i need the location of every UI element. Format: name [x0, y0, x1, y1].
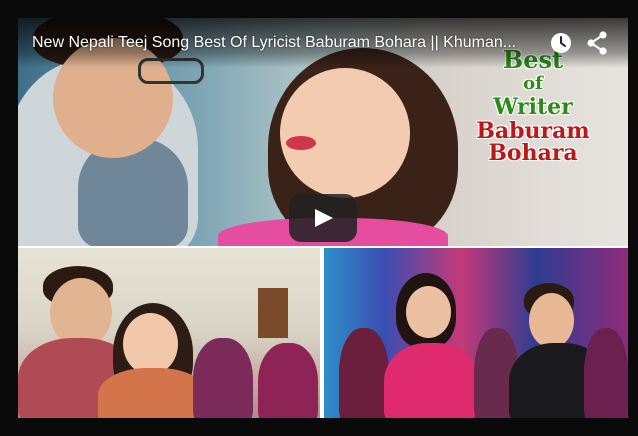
clock-icon[interactable]	[550, 32, 572, 54]
woman-face	[280, 68, 410, 198]
br-man-face	[529, 293, 574, 348]
br-dancer-3	[584, 328, 628, 418]
video-player[interactable]: Best of Writer Baburam Bohara	[18, 18, 628, 418]
overlay-line-writer: Writer	[493, 94, 573, 120]
bl-dancer-2	[193, 338, 253, 418]
br-dancer-1	[339, 328, 389, 418]
br-woman-saree	[384, 343, 479, 418]
share-icon[interactable]	[586, 31, 608, 55]
play-button[interactable]	[289, 194, 357, 242]
bl-woman-face	[123, 313, 178, 375]
play-icon	[315, 209, 333, 227]
video-embed-frame: Best of Writer Baburam Bohara	[0, 0, 638, 436]
thumbnail-bottom-left-panel	[18, 248, 320, 418]
bl-dancer-3	[258, 343, 318, 418]
thumbnail-bottom-right-panel	[324, 248, 628, 418]
bl-woman-dress	[98, 368, 208, 418]
br-woman-face	[406, 286, 451, 338]
overlay-line-name: Baburam Bohara	[476, 118, 590, 166]
video-title-bar: New Nepali Teej Song Best Of Lyricist Ba…	[18, 18, 628, 68]
bl-pagoda	[258, 288, 288, 338]
woman-lips	[286, 136, 316, 150]
video-title[interactable]: New Nepali Teej Song Best Of Lyricist Ba…	[32, 34, 532, 52]
overlay-line-of: of	[523, 73, 543, 94]
